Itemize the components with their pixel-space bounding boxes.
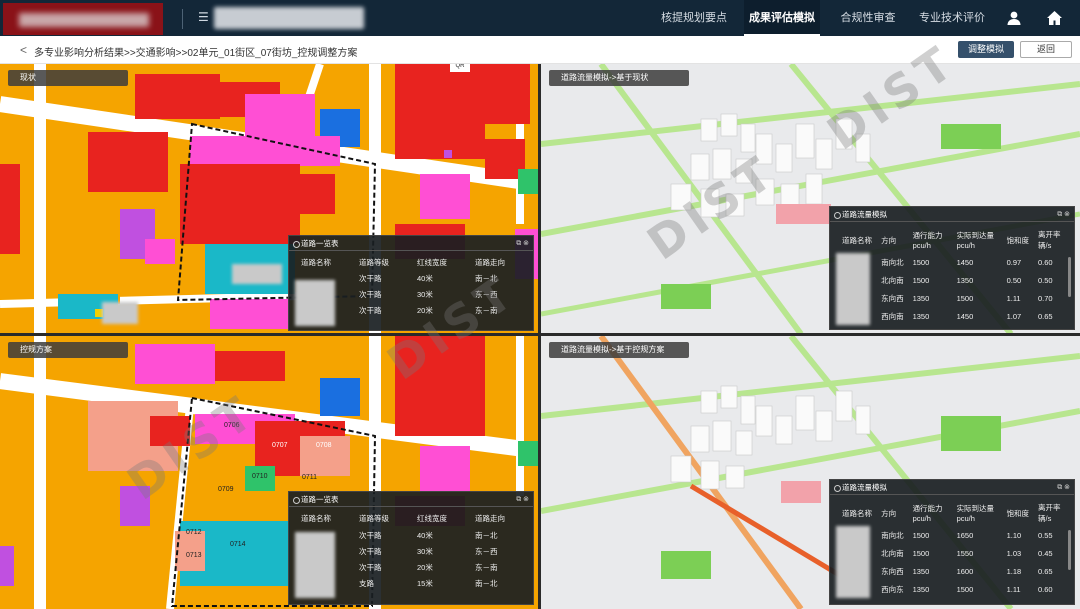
- table-header: 道路名称: [301, 514, 331, 523]
- table-row: 南向北 1500 1650 1.10 0.55: [881, 530, 1053, 540]
- plan-map-panel[interactable]: 控规方案 0706 0707 0708 0709 0710 0711 0712 …: [0, 336, 539, 609]
- table-header: 通行能力pcu/h: [912, 231, 943, 250]
- plot-label: 0709: [218, 486, 234, 493]
- map-badge: QR: [450, 64, 470, 72]
- nav-tab-tech-review[interactable]: 专业技术评价: [912, 0, 992, 36]
- popup-window-icons[interactable]: ⧉ ⊗: [1057, 207, 1070, 222]
- table-header: 红线宽度: [417, 257, 447, 267]
- table-header: 方向: [881, 508, 897, 518]
- table-row: 次干路 40米 南－北: [359, 530, 498, 540]
- scrollbar[interactable]: [1068, 530, 1071, 570]
- breadcrumb-bar: < 多专业影响分析结果>>交通影响>>02单元_01街区_07街坊_控规调整方案: [0, 36, 1080, 64]
- plot-label: 0711: [302, 474, 318, 481]
- table-row: 东向西 1350 1500 1.11 0.70: [881, 293, 1053, 303]
- table-row: 东向西 1350 1600 1.18 0.65: [881, 566, 1053, 576]
- map-blurred-label: [102, 302, 138, 324]
- table-row: 次干路 20米 东－南: [359, 305, 498, 315]
- table-header: 饱和度: [1006, 508, 1030, 518]
- table-header: 道路走向: [475, 257, 505, 267]
- flow-plan-panel[interactable]: 道路流量模拟->基于控规方案 道路流量模拟 ⧉ ⊗ 道路名称 方向 通行能力pcu/h…: [541, 336, 1080, 609]
- table-row: 北向南 1500 1550 1.03 0.45: [881, 548, 1053, 558]
- flow-status-label: 道路流量模拟->基于现状: [549, 70, 689, 86]
- table-row: 北向南 1500 1350 0.50 0.50: [881, 275, 1053, 285]
- plot-label: 0706: [224, 422, 240, 429]
- popup-title: 道路流量模拟: [842, 210, 887, 219]
- table-row: 西向南 1350 1450 1.07 0.65: [881, 311, 1053, 321]
- popup-title: 道路一览表: [301, 239, 339, 248]
- back-chevron-icon[interactable]: <: [20, 43, 27, 57]
- nav-tab-compliance[interactable]: 合规性审查: [830, 0, 906, 36]
- table-header: 饱和度: [1006, 235, 1030, 245]
- flow-table: 道路名称 方向 通行能力pcu/h 实际到达量pcu/h 饱和度 离开率辆/s 南向北 15…: [838, 500, 1070, 598]
- road-table: 道路名称 道路等级 红线宽度 道路走向 次干路 40米 南－北 次干路 30米 东－西 次干路…: [297, 510, 529, 591]
- table-header: 通行能力pcu/h: [912, 504, 943, 523]
- table-row: 次干路 30米 东－西: [359, 546, 498, 556]
- back-button[interactable]: 返回: [1020, 41, 1072, 58]
- table-header: 离开率辆/s: [1038, 230, 1061, 250]
- breadcrumb: 多专业影响分析结果>>交通影响>>02单元_01街区_07街坊_控规调整方案: [34, 48, 358, 59]
- flow-table: 道路名称 方向 通行能力pcu/h 实际到达量pcu/h 饱和度 离开率辆/s 南向北 15…: [838, 227, 1070, 325]
- table-row: 次干路 20米 东－南: [359, 562, 498, 572]
- scrollbar[interactable]: [1068, 257, 1071, 297]
- panel-divider: [0, 333, 1080, 336]
- table-row: 南向北 1500 1450 0.97 0.60: [881, 257, 1053, 267]
- table-header: 方向: [881, 235, 897, 245]
- road-table: 道路名称 道路等级 红线宽度 道路走向 次干路 40米 南－北 次干路 30米 东－西 次干路…: [297, 254, 529, 318]
- table-header: 道路名称: [301, 257, 331, 267]
- table-header: 道路等级: [359, 514, 389, 523]
- table-header: 红线宽度: [417, 514, 447, 523]
- logo: [3, 3, 163, 35]
- top-bar: ☰ 核提规划要点 成果评估模拟 合规性审查 专业技术评价: [0, 0, 1080, 36]
- road-list-popup[interactable]: 道路一览表 ⧉ ⊗ 道路名称 道路等级 红线宽度 道路走向 次干路 40米 南－北 次干路 3…: [288, 491, 534, 605]
- plot-label: 0714: [230, 541, 246, 548]
- menu-icon[interactable]: ☰: [198, 11, 210, 23]
- home-icon[interactable]: [1046, 10, 1063, 26]
- status-map-label: 现状: [8, 70, 128, 86]
- popup-title: 道路一览表: [301, 495, 339, 504]
- nav-tab-evaluation[interactable]: 成果评估模拟: [744, 0, 820, 36]
- system-name: [214, 7, 364, 29]
- table-header: 道路等级: [359, 257, 389, 267]
- table-header: 道路名称: [842, 235, 872, 245]
- table-row: 西向东 1350 1500 1.11 0.60: [881, 584, 1053, 594]
- plot-label: 0712: [186, 529, 202, 536]
- plan-map-label: 控规方案: [8, 342, 128, 358]
- popup-window-icons[interactable]: ⧉ ⊗: [516, 492, 529, 507]
- nav-tab-plan-points[interactable]: 核提规划要点: [654, 0, 734, 36]
- table-header: 道路走向: [475, 514, 505, 523]
- table-header: 道路名称: [842, 508, 872, 518]
- flow-simulation-popup[interactable]: 道路流量模拟 ⧉ ⊗ 道路名称 方向 通行能力pcu/h 实际到达量pcu/h 饱和度 离开…: [829, 479, 1075, 605]
- table-header: 离开率辆/s: [1038, 503, 1061, 523]
- popup-title: 道路流量模拟: [842, 483, 887, 492]
- table-header: 实际到达量pcu/h: [956, 231, 995, 250]
- table-row: 次干路 40米 南－北: [359, 273, 498, 283]
- table-row: 支路 15米 南－北: [359, 578, 498, 588]
- table-row: 次干路 30米 东－西: [359, 289, 498, 299]
- divider: [182, 9, 183, 29]
- plot-label: 0710: [252, 473, 268, 480]
- flow-status-panel[interactable]: 道路流量模拟->基于现状 道路流量模拟 ⧉ ⊗ 道路名称 方向 通行能力pcu/h 实际…: [541, 64, 1080, 334]
- flow-plan-label: 道路流量模拟->基于控规方案: [549, 342, 689, 358]
- user-icon[interactable]: [1006, 10, 1022, 26]
- popup-window-icons[interactable]: ⧉ ⊗: [1057, 480, 1070, 495]
- adjust-simulation-button[interactable]: 调整模拟: [958, 41, 1014, 58]
- flow-simulation-popup[interactable]: 道路流量模拟 ⧉ ⊗ 道路名称 方向 通行能力pcu/h 实际到达量pcu/h 饱和度 离开…: [829, 206, 1075, 330]
- status-map-panel[interactable]: 现状 QR 道路一览表 ⧉ ⊗ 道路名称 道路等级 红线宽度 道路走向 次干路 40米 南－…: [0, 64, 539, 334]
- panel-divider: [538, 64, 541, 609]
- table-header: 实际到达量pcu/h: [956, 504, 995, 523]
- plot-label: 0713: [186, 552, 202, 559]
- plot-label: 0708: [316, 442, 332, 449]
- plot-label: 0707: [272, 442, 288, 449]
- road-list-popup[interactable]: 道路一览表 ⧉ ⊗ 道路名称 道路等级 红线宽度 道路走向 次干路 40米 南－北 次干路 3…: [288, 235, 534, 331]
- map-blurred-label: [232, 264, 282, 284]
- popup-window-icons[interactable]: ⧉ ⊗: [516, 236, 529, 251]
